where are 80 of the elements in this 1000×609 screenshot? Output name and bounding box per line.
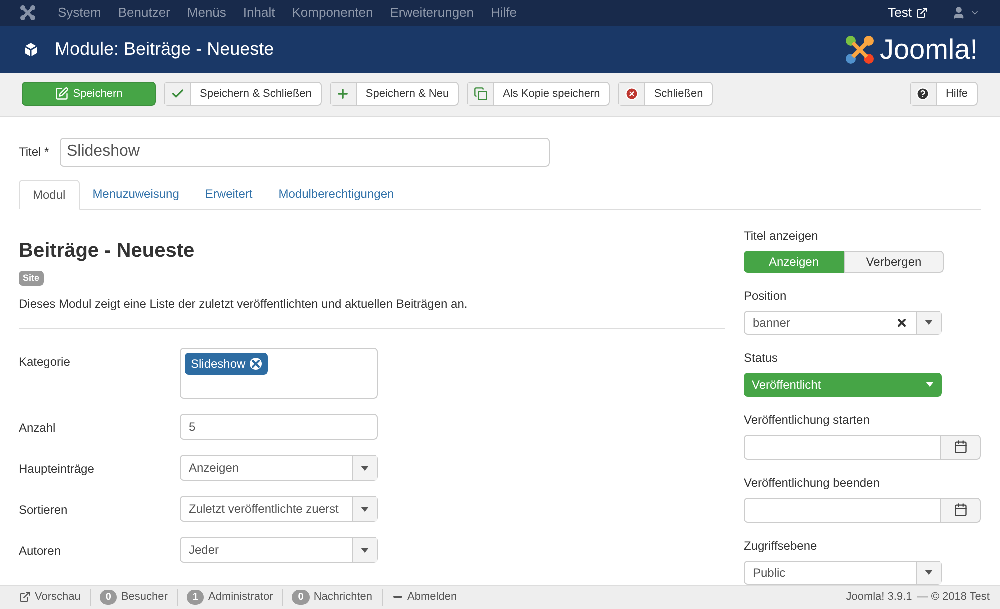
version-text: Joomla! 3.9.1: [846, 590, 912, 606]
field-label: Anzahl: [19, 420, 57, 438]
count-badge: 0: [292, 590, 310, 605]
site-badge: Site: [19, 270, 44, 286]
field-label: Haupteinträge: [19, 461, 96, 478]
toolbar-button[interactable]: Als Kopie speichern: [467, 82, 610, 106]
status-label[interactable]: Nachrichten: [314, 589, 373, 606]
site-link[interactable]: Test: [888, 3, 928, 23]
date-field[interactable]: [744, 498, 941, 523]
module-heading: Beiträge - Neueste: [19, 238, 196, 264]
select-field[interactable]: Public: [744, 560, 942, 585]
tab[interactable]: Menuzuweisung: [80, 180, 192, 209]
copyright-text: — © 2018 Test: [917, 590, 990, 606]
caret-icon: [361, 466, 369, 471]
status-label[interactable]: Besucher: [121, 589, 168, 606]
logo-wordmark: Joomla!: [880, 36, 978, 64]
tag-chip[interactable]: Slideshow: [185, 353, 268, 376]
help-button[interactable]: Hilfe: [910, 82, 978, 106]
toolbar-button[interactable]: Schließen: [618, 82, 714, 106]
external-link-icon: [19, 591, 31, 604]
preview-link[interactable]: Vorschau: [19, 589, 81, 606]
calendar-icon: [954, 503, 968, 518]
toggle-option[interactable]: Verbergen: [844, 250, 944, 273]
field-label: Position: [744, 288, 788, 305]
field-label: Kategorie: [19, 354, 72, 372]
toolbar-button[interactable]: Speichern & Schließen: [164, 82, 322, 106]
field-label: Autoren: [19, 543, 62, 560]
nav-menu-item[interactable]: Erweiterungen: [390, 3, 474, 23]
count-badge: 0: [100, 590, 118, 605]
calendar-button[interactable]: [941, 498, 981, 523]
tab[interactable]: Modul: [19, 180, 80, 210]
tag-field[interactable]: Slideshow: [180, 348, 378, 400]
nav-menu-item[interactable]: Benutzer: [118, 3, 170, 23]
nav-menu-item[interactable]: Hilfe: [491, 3, 518, 23]
logout-link[interactable]: Abmelden: [392, 589, 458, 606]
field-label: Titel anzeigen: [744, 228, 820, 245]
tab[interactable]: Modulberechtigungen: [266, 180, 408, 209]
cube-icon: [22, 40, 40, 59]
select-field[interactable]: Anzeigen: [180, 455, 378, 482]
nav-menu-item[interactable]: System: [58, 3, 102, 23]
remove-icon[interactable]: [250, 358, 262, 370]
close-icon: [624, 87, 639, 102]
calendar-button[interactable]: [941, 434, 981, 460]
user-icon: [952, 6, 966, 20]
external-link-icon: [916, 7, 928, 20]
field-label: Sortieren: [19, 502, 69, 520]
caret-icon: [361, 506, 369, 512]
field-label: Titel *: [19, 144, 50, 161]
field-label: Veröffentlichung beenden: [744, 474, 881, 492]
caret-icon: [925, 570, 933, 576]
caret-icon: [925, 320, 933, 326]
plus-icon: [336, 87, 350, 102]
joomla-icon[interactable]: [20, 5, 36, 22]
select-field[interactable]: Jeder: [180, 537, 378, 564]
date-field[interactable]: [744, 434, 941, 460]
field-label: Veröffentlichung starten: [744, 412, 871, 429]
title-input[interactable]: Slideshow: [60, 138, 550, 167]
tab[interactable]: Erweitert: [192, 180, 266, 209]
select-field[interactable]: Zuletzt veröffentlichte zuerst: [180, 496, 378, 522]
clear-icon[interactable]: [896, 316, 908, 329]
module-description: Dieses Modul zeigt eine Liste der zuletzt veröffentlichten und aktuellen Beiträgen an.: [19, 296, 469, 314]
caret-icon: [361, 548, 369, 553]
calendar-icon: [954, 440, 968, 454]
user-menu[interactable]: [952, 6, 980, 20]
text-field[interactable]: 5: [180, 414, 378, 440]
count-badge: 1: [186, 590, 204, 605]
position-select[interactable]: banner: [744, 310, 942, 335]
edit-icon: [55, 87, 70, 102]
logo-icon: [844, 34, 876, 66]
copy-icon: [474, 87, 488, 102]
field-label: Status: [744, 350, 780, 367]
page-title: Module: Beiträge - Neueste: [55, 38, 274, 62]
field-label: Zugriffsebene: [744, 538, 818, 555]
toolbar-button[interactable]: Speichern & Neu: [330, 82, 460, 106]
caret-icon: [926, 382, 934, 388]
nav-menu-item[interactable]: Komponenten: [292, 3, 374, 23]
help-icon: [916, 87, 930, 102]
nav-menu-item[interactable]: Inhalt: [243, 3, 276, 23]
status-label[interactable]: Administrator: [208, 589, 274, 606]
nav-menu-item[interactable]: Menüs: [187, 3, 226, 23]
